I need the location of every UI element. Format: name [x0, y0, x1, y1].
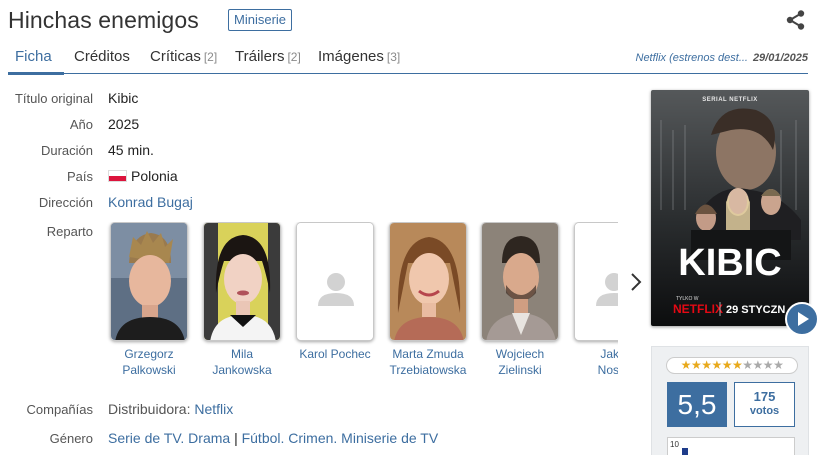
genre-link-drama[interactable]: Serie de TV. Drama: [108, 430, 230, 446]
cast-carousel: Grzegorz Palkowski Mila Jankowska Karol …: [100, 222, 618, 382]
poster-date: 29 STYCZN: [726, 304, 785, 316]
cast-member[interactable]: Karol Pochec: [290, 222, 380, 362]
tab-ficha[interactable]: Ficha: [15, 48, 52, 65]
cast-name[interactable]: Karol Pochec: [290, 346, 380, 362]
average-score: 5,5: [667, 382, 727, 427]
director-label: Dirección: [38, 195, 93, 210]
star-empty-icon: ★: [752, 358, 764, 372]
original-title-label: Título original: [14, 91, 93, 106]
star-filled-icon: ★: [680, 358, 692, 372]
play-trailer-icon[interactable]: [785, 302, 819, 336]
vote-histogram[interactable]: 10: [667, 437, 795, 455]
cast-member[interactable]: Mila Jankowska: [197, 222, 287, 378]
tab-bar: Ficha Créditos Críticas [2] Tráilers [2] I…: [8, 43, 808, 75]
tab-trailers[interactable]: Tráilers [2]: [235, 48, 301, 65]
type-badge[interactable]: Miniserie: [228, 9, 293, 31]
cast-member[interactable]: JakuNosia: [568, 222, 618, 378]
cast-name[interactable]: JakuNosia: [568, 346, 618, 378]
netflix-link[interactable]: Netflix: [194, 401, 233, 417]
duration-label: Duración: [40, 143, 93, 158]
year-label: Año: [69, 117, 93, 132]
star-empty-icon: ★: [773, 358, 784, 372]
cast-name[interactable]: Mila Jankowska: [197, 346, 287, 378]
genre-value: Serie de TV. Drama | Fútbol. Crimen. Min…: [108, 430, 439, 446]
year-value: 2025: [108, 116, 140, 132]
companies-value: Distribuidora: Netflix: [108, 401, 234, 417]
cast-name[interactable]: Grzegorz Palkowski: [104, 346, 194, 378]
poland-flag-icon: [108, 170, 127, 182]
chevron-right-icon[interactable]: [628, 270, 644, 294]
poster-image[interactable]: SERIAL NETFLIX KIBIC TYLKO W NETFLIX 29 …: [651, 90, 809, 326]
companies-label: Compañías: [26, 402, 93, 417]
cast-photo[interactable]: [203, 222, 281, 341]
star-empty-icon: ★: [762, 358, 774, 372]
cast-photo[interactable]: [389, 222, 467, 341]
page-title: Hinchas enemigos: [8, 7, 199, 33]
release-platform-link[interactable]: Netflix (estrenos dest...: [636, 52, 749, 64]
duration-value: 45 min.: [108, 142, 154, 158]
country-value: Polonia: [108, 168, 178, 184]
country-label: País: [66, 169, 93, 184]
votes-count[interactable]: 175 votos: [734, 382, 795, 427]
rating-box: ★★★★★★★★★★ 5,5 175 votos 10: [651, 346, 809, 455]
poster-title: KIBIC: [678, 242, 781, 284]
original-title-value: Kibic: [108, 90, 139, 106]
active-tab-indicator: [8, 72, 64, 75]
cast-member[interactable]: Marta Zmuda Trzebiatowska: [383, 222, 473, 378]
cast-photo[interactable]: [481, 222, 559, 341]
cast-member[interactable]: Grzegorz Palkowski: [104, 222, 194, 378]
histogram-bar: [682, 448, 688, 455]
cast-photo-placeholder[interactable]: [296, 222, 374, 341]
star-filled-icon: ★: [721, 358, 733, 372]
star-filled-icon: ★: [711, 358, 722, 372]
tab-creditos[interactable]: Créditos: [74, 48, 130, 65]
genre-label: Género: [49, 431, 93, 446]
country-name: Polonia: [131, 168, 178, 184]
cast-label: Reparto: [46, 224, 93, 239]
cast-photo[interactable]: [110, 222, 188, 341]
genre-link-topics[interactable]: Fútbol. Crimen. Miniserie de TV: [242, 430, 439, 446]
star-empty-icon: ★: [742, 358, 753, 372]
director-link[interactable]: Konrad Bugaj: [108, 194, 193, 210]
release-date: 29/01/2025: [752, 52, 808, 64]
poster-brand: NETFLIX: [673, 302, 723, 316]
poster-top-text: SERIAL NETFLIX: [702, 97, 758, 103]
cast-name[interactable]: Marta Zmuda Trzebiatowska: [383, 346, 473, 378]
tab-imagenes[interactable]: Imágenes [3]: [318, 48, 400, 65]
star-filled-icon: ★: [732, 358, 743, 372]
user-placeholder-icon: [575, 223, 618, 340]
cast-member[interactable]: Wojciech Zielinski: [475, 222, 565, 378]
star-filled-icon: ★: [690, 358, 702, 372]
star-filled-icon: ★: [701, 358, 712, 372]
share-icon[interactable]: [785, 9, 807, 31]
tab-criticas[interactable]: Críticas [2]: [150, 48, 217, 65]
cast-name[interactable]: Wojciech Zielinski: [475, 346, 565, 378]
cast-photo-placeholder[interactable]: [574, 222, 618, 341]
star-rating: ★★★★★★★★★★: [666, 357, 798, 374]
user-placeholder-icon: [297, 223, 373, 340]
